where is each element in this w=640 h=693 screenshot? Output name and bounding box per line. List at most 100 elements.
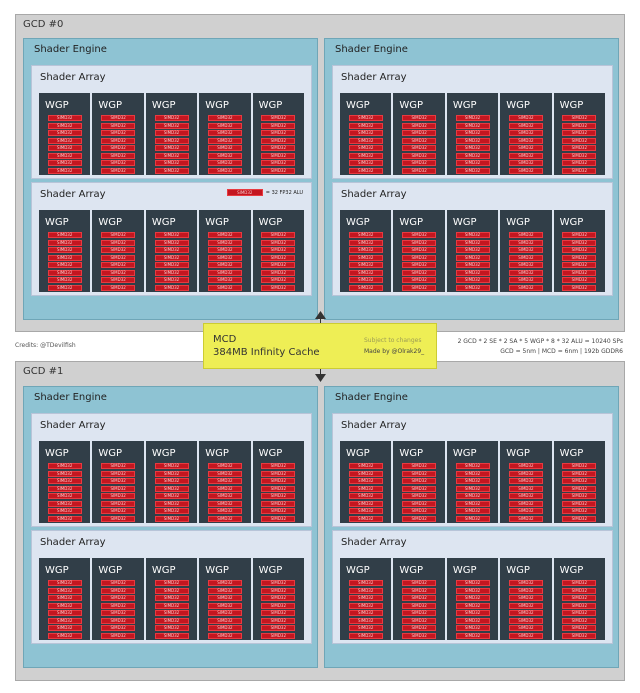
simd32-unit: SIMD32 — [402, 625, 437, 631]
simd32-unit: SIMD32 — [47, 587, 82, 594]
simd32-unit: SIMD32 — [455, 508, 490, 514]
wgp-label: WGP — [399, 565, 424, 576]
simd32-unit: SIMD32 — [154, 130, 189, 136]
wgp-block: WGP SIMD32 SIMD32 SIMD32 SIMD32 SIMD32 SIMD32 S… — [92, 93, 144, 175]
simd32-unit: SIMD32 — [207, 167, 242, 174]
simd32-unit: SIMD32 — [508, 632, 543, 639]
simd32-unit: SIMD32 — [402, 470, 437, 477]
simd32-unit: SIMD32 — [154, 122, 189, 129]
simd32-unit: SIMD32 — [562, 247, 597, 253]
simd32-unit: SIMD32 — [101, 478, 136, 484]
simd32-unit: SIMD32 — [261, 463, 296, 469]
simd32-unit: SIMD32 — [455, 254, 490, 261]
shader-engine: Shader Engine Shader Array WGP SIMD32 SIMD32… — [324, 386, 619, 668]
simd32-unit: SIMD32 — [402, 485, 437, 492]
wgp-block: WGP SIMD32 SIMD32 SIMD32 SIMD32 SIMD32 SIMD32 S… — [92, 558, 144, 640]
shader-array: Shader Array WGP SIMD32 SIMD32 SIMD32 SIMD32 S… — [332, 182, 613, 296]
simd32-unit: SIMD32 — [348, 122, 383, 129]
simd32-unit: SIMD32 — [207, 137, 242, 144]
simd32-unit: SIMD32 — [455, 493, 490, 499]
mcd-note: Subject to changes — [364, 337, 422, 344]
simd32-unit: SIMD32 — [261, 137, 296, 144]
simd32-unit: SIMD32 — [455, 478, 490, 484]
simd32-unit: SIMD32 — [154, 625, 189, 631]
wgp-label: WGP — [258, 565, 283, 576]
simd32-unit: SIMD32 — [261, 145, 296, 151]
simd32-unit: SIMD32 — [562, 478, 597, 484]
simd32-unit: SIMD32 — [562, 284, 597, 291]
simd32-unit: SIMD32 — [207, 262, 242, 268]
simd32-unit: SIMD32 — [207, 602, 242, 609]
simd32-unit: SIMD32 — [508, 485, 543, 492]
simd32-unit: SIMD32 — [47, 232, 82, 238]
simd32-unit: SIMD32 — [348, 625, 383, 631]
simd32-unit: SIMD32 — [261, 277, 296, 283]
wgp-row: WGP SIMD32 SIMD32 SIMD32 SIMD32 SIMD32 SIMD32 S… — [39, 210, 305, 292]
spec-text: 2 GCD * 2 SE * 2 SA * 5 WGP * 8 * 32 ALU… — [458, 337, 623, 357]
gcd-1-label: GCD #1 — [23, 366, 64, 377]
simd32-unit: SIMD32 — [207, 232, 242, 238]
simd32-unit: SIMD32 — [455, 515, 490, 522]
simd32-unit: SIMD32 — [402, 269, 437, 276]
simd32-unit: SIMD32 — [154, 145, 189, 151]
simd32-unit: SIMD32 — [261, 167, 296, 174]
simd32-unit: SIMD32 — [562, 145, 597, 151]
simd32-unit: SIMD32 — [154, 617, 189, 624]
wgp-label: WGP — [506, 565, 530, 576]
shader-engine-label: Shader Engine — [34, 44, 107, 55]
wgp-label: WGP — [151, 448, 176, 459]
simd32-unit: SIMD32 — [455, 632, 490, 639]
simd32-unit: SIMD32 — [154, 470, 189, 477]
legend-swatch: SIMD32 — [226, 189, 263, 196]
simd32-unit: SIMD32 — [402, 580, 437, 586]
wgp-block: WGP SIMD32 SIMD32 SIMD32 SIMD32 SIMD32 SIMD32 S… — [393, 93, 445, 175]
credits-text: Credits: @TDevilfish — [15, 342, 76, 349]
simd32-unit: SIMD32 — [101, 485, 136, 492]
simd32-unit: SIMD32 — [348, 508, 383, 514]
simd32-unit: SIMD32 — [101, 115, 136, 121]
simd32-unit: SIMD32 — [261, 595, 296, 601]
simd32-unit: SIMD32 — [348, 152, 383, 159]
simd32-unit: SIMD32 — [261, 485, 296, 492]
simd32-unit: SIMD32 — [348, 515, 383, 522]
simd32-unit: SIMD32 — [154, 610, 189, 616]
simd32-unit: SIMD32 — [47, 500, 82, 507]
simd32-unit: SIMD32 — [562, 122, 597, 129]
simd32-unit: SIMD32 — [154, 580, 189, 586]
simd32-unit: SIMD32 — [261, 508, 296, 514]
wgp-block: WGP SIMD32 SIMD32 SIMD32 SIMD32 SIMD32 SIMD32 S… — [340, 558, 392, 640]
gcd-1: GCD #1 Shader Engine Shader Array WGP SIMD3… — [15, 361, 625, 681]
simd32-unit: SIMD32 — [207, 595, 242, 601]
wgp-label: WGP — [98, 448, 123, 459]
simd32-unit: SIMD32 — [455, 232, 490, 238]
simd32-unit: SIMD32 — [508, 115, 543, 121]
simd32-unit: SIMD32 — [508, 247, 543, 253]
wgp-block: WGP SIMD32 SIMD32 SIMD32 SIMD32 SIMD32 SIMD32 S… — [393, 210, 445, 292]
wgp-label: WGP — [346, 565, 370, 576]
simd32-unit: SIMD32 — [47, 610, 82, 616]
simd32-unit: SIMD32 — [47, 115, 82, 121]
legend-text: = 32 FP32 ALU — [265, 189, 303, 196]
simd32-unit: SIMD32 — [455, 167, 490, 174]
simd32-unit: SIMD32 — [207, 587, 242, 594]
simd32-unit: SIMD32 — [101, 160, 136, 166]
shader-array-label: Shader Array — [40, 420, 106, 431]
simd32-unit: SIMD32 — [455, 500, 490, 507]
mcd-made-by: Made by @Olrak29_ — [364, 348, 425, 355]
simd32-unit: SIMD32 — [402, 167, 437, 174]
wgp-label: WGP — [506, 100, 530, 111]
simd32-unit: SIMD32 — [207, 580, 242, 586]
shader-array: Shader Array WGP SIMD32 SIMD32 SIMD32 SIMD32 S… — [332, 413, 613, 527]
wgp-block: WGP SIMD32 SIMD32 SIMD32 SIMD32 SIMD32 SIMD32 S… — [39, 441, 91, 523]
wgp-block: WGP SIMD32 SIMD32 SIMD32 SIMD32 SIMD32 SIMD32 S… — [446, 210, 499, 292]
simd32-unit: SIMD32 — [348, 232, 383, 238]
simd32-unit: SIMD32 — [207, 508, 242, 514]
simd32-unit: SIMD32 — [562, 152, 597, 159]
simd32-unit: SIMD32 — [348, 485, 383, 492]
simd32-unit: SIMD32 — [348, 500, 383, 507]
simd32-unit: SIMD32 — [47, 595, 82, 601]
simd32-unit: SIMD32 — [455, 610, 490, 616]
simd32-unit: SIMD32 — [47, 580, 82, 586]
simd32-unit: SIMD32 — [154, 508, 189, 514]
simd32-unit: SIMD32 — [508, 232, 543, 238]
